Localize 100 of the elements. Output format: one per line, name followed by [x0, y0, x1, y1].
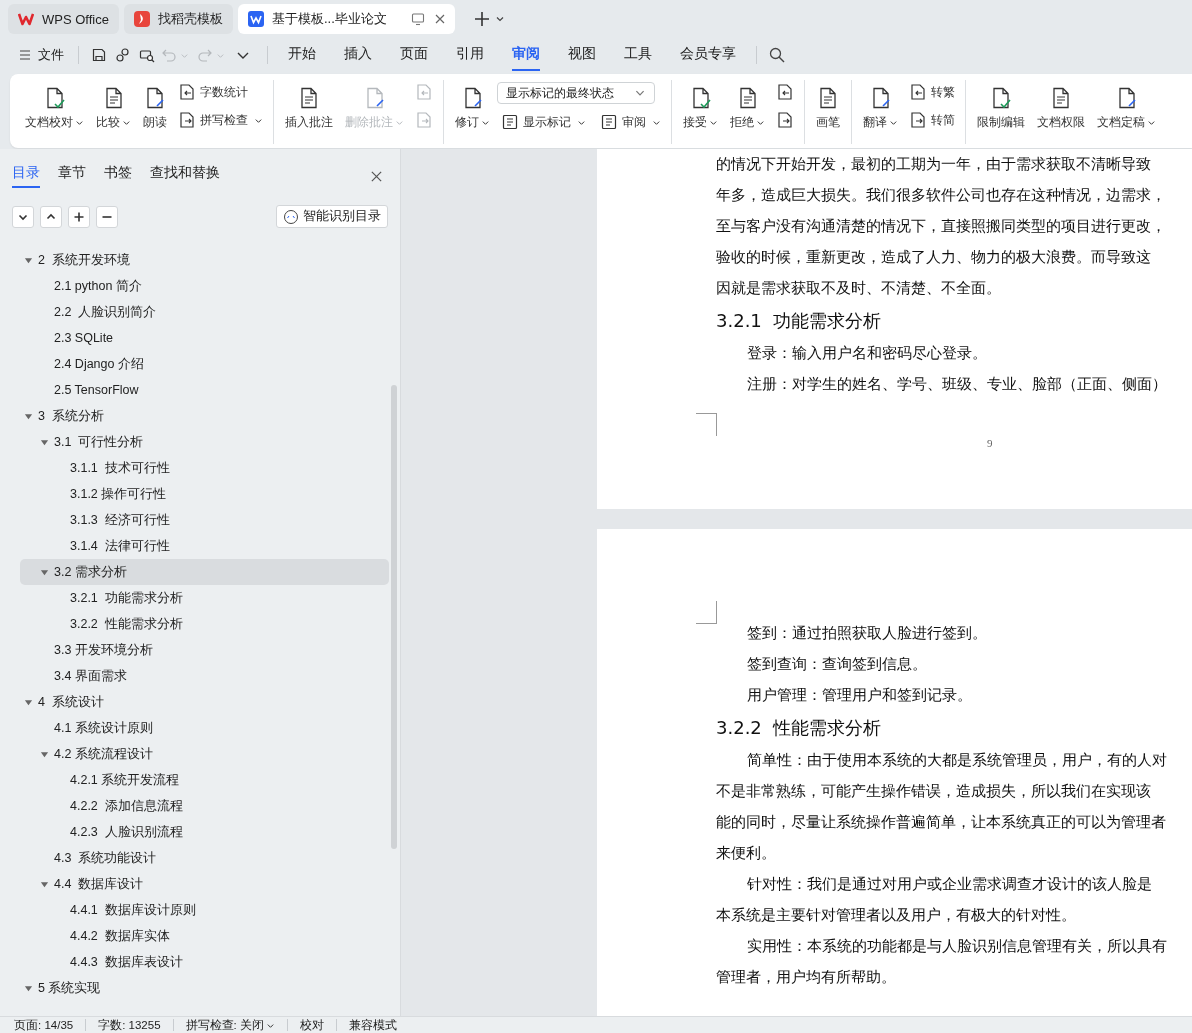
ribbon-tab[interactable]: 会员专享 — [680, 39, 736, 71]
ribbon-button[interactable]: 文档校对 — [20, 84, 89, 133]
ribbon-button[interactable]: 限制编辑 — [972, 84, 1030, 133]
ribbon-button[interactable]: 翻译 — [858, 84, 903, 133]
outline-item[interactable]: 4.2 系统流程设计 — [20, 741, 389, 767]
expand-icon[interactable] — [24, 255, 33, 265]
caret-icon — [395, 118, 404, 127]
outline-item[interactable]: 3.2.1 功能需求分析 — [20, 585, 389, 611]
pane-tab[interactable]: 目录 — [12, 164, 40, 188]
ribbon-button[interactable]: 字数统计 — [174, 82, 267, 102]
window-tab[interactable]: WPS Office — [8, 4, 119, 34]
outline-item[interactable]: 3.1.3 经济可行性 — [20, 507, 389, 533]
pane-tab[interactable]: 书签 — [104, 164, 132, 188]
ribbon-button[interactable]: 插入批注 — [280, 84, 338, 133]
ribbon-button[interactable]: 拒绝 — [725, 84, 770, 133]
ribbon-button[interactable]: 审阅 — [596, 112, 665, 132]
ribbon-tab[interactable]: 开始 — [288, 39, 316, 71]
document-logo-icon — [247, 11, 264, 27]
search-icon[interactable] — [769, 47, 785, 63]
close-icon[interactable] — [370, 169, 383, 183]
outline-item[interactable]: 4.1 系统设计原则 — [20, 715, 389, 741]
caret-icon — [756, 118, 765, 127]
outline-item[interactable]: 2.1 python 简介 — [20, 273, 389, 299]
ribbon-button[interactable]: 显示标记 — [497, 112, 590, 132]
outline-item[interactable]: 4.4.3 数据库表设计 — [20, 949, 389, 975]
document-arrow-icon — [909, 111, 927, 129]
ribbon-button[interactable]: 修订 — [450, 84, 495, 133]
ribbon-button[interactable]: 转简 — [905, 110, 959, 130]
ribbon-tab[interactable]: 工具 — [624, 39, 652, 71]
expand-icon[interactable] — [40, 437, 49, 447]
outline-item[interactable]: 3.2.2 性能需求分析 — [20, 611, 389, 637]
add-button[interactable] — [68, 205, 90, 228]
ribbon-button[interactable]: 转繁 — [905, 82, 959, 102]
outline-item[interactable]: 4.3 系统功能设计 — [20, 845, 389, 871]
ribbon-button[interactable]: 接受 — [678, 84, 723, 133]
expand-icon[interactable] — [40, 567, 49, 577]
window-tab[interactable]: 基于模板...毕业论文 — [237, 4, 455, 34]
scrollbar[interactable] — [391, 385, 397, 849]
outline-item[interactable]: 4.2.1 系统开发流程 — [20, 767, 389, 793]
caret-icon[interactable] — [494, 14, 505, 24]
expand-icon[interactable] — [24, 983, 33, 993]
outline-item[interactable]: 2.2 人脸识别简介 — [20, 299, 389, 325]
print-preview-icon[interactable] — [139, 47, 155, 63]
outline-item[interactable]: 3.1.1 技术可行性 — [20, 455, 389, 481]
ribbon-tab[interactable]: 视图 — [568, 39, 596, 71]
remove-button[interactable] — [96, 205, 118, 228]
file-menu[interactable]: 文件 — [14, 42, 68, 68]
document-arrow-icon — [415, 83, 433, 101]
monitor-icon[interactable] — [410, 12, 425, 26]
body-text: 管理者，用户均有所帮助。 — [716, 968, 897, 987]
status-item: 页面: 14/35 — [14, 1017, 74, 1033]
expand-icon[interactable] — [24, 697, 33, 707]
outline-item[interactable]: 2 系统开发环境 — [20, 247, 389, 273]
outline-item[interactable]: 2.4 Django 介绍 — [20, 351, 389, 377]
pane-tab[interactable]: 查找和替换 — [150, 164, 220, 188]
document-arrow-icon — [776, 111, 794, 129]
caret-icon — [75, 118, 84, 127]
body-text: 的情况下开始开发，最初的工期为一年，由于需求获取不清晰导致 — [716, 155, 1152, 174]
outline-item[interactable]: 4.2.3 人脸识别流程 — [20, 819, 389, 845]
ribbon-tab[interactable]: 引用 — [456, 39, 484, 71]
page-number: 9 — [987, 437, 993, 449]
outline-item[interactable]: 2.3 SQLite — [20, 325, 389, 351]
outline-item[interactable]: 3.1.4 法律可行性 — [20, 533, 389, 559]
window-tab[interactable]: 找稻壳模板 — [123, 4, 233, 34]
outline-item[interactable]: 4.2.2 添加信息流程 — [20, 793, 389, 819]
outline-item[interactable]: 2.5 TensorFlow — [20, 377, 389, 403]
ribbon-button[interactable]: 文档权限 — [1032, 84, 1090, 133]
link-icon[interactable] — [115, 47, 131, 63]
outline-item[interactable]: 3.1.2 操作可行性 — [20, 481, 389, 507]
outline-item[interactable]: 3.2 需求分析 — [20, 559, 389, 585]
markup-dropdown[interactable]: 显示标记的最终状态 — [497, 82, 655, 104]
save-icon[interactable] — [91, 47, 107, 63]
outline-item[interactable]: 4.4.1 数据库设计原则 — [20, 897, 389, 923]
ribbon-button[interactable]: 朗读 — [138, 84, 172, 133]
outline-item[interactable]: 3 系统分析 — [20, 403, 389, 429]
status-item: 字数: 13255 — [98, 1017, 161, 1033]
outline-item[interactable]: 5 系统实现 — [20, 975, 389, 1001]
outline-item[interactable]: 4 系统设计 — [20, 689, 389, 715]
collapse-button[interactable] — [12, 205, 34, 228]
expand-icon[interactable] — [24, 411, 33, 421]
expand-button[interactable] — [40, 205, 62, 228]
ribbon-button[interactable]: 文档定稿 — [1092, 84, 1161, 133]
outline-item[interactable]: 4.4.2 数据库实体 — [20, 923, 389, 949]
body-text: 本系统是主要针对管理者以及用户，有极大的针对性。 — [716, 906, 1077, 925]
expand-icon[interactable] — [40, 749, 49, 759]
expand-icon[interactable] — [40, 879, 49, 889]
ribbon-tab[interactable]: 插入 — [344, 39, 372, 71]
status-item[interactable]: 拼写检查: 关闭 — [185, 1017, 275, 1033]
pane-tab[interactable]: 章节 — [58, 164, 86, 188]
ribbon-button[interactable]: 比较 — [91, 84, 136, 133]
ribbon-button[interactable]: 画笔 — [811, 84, 845, 133]
outline-item[interactable]: 3.1 可行性分析 — [20, 429, 389, 455]
new-tab-icon[interactable] — [473, 11, 490, 27]
ribbon-button[interactable]: 拼写检查 — [174, 110, 267, 130]
outline-item[interactable]: 3.3 开发环境分析 — [20, 637, 389, 663]
outline-item[interactable]: 3.4 界面需求 — [20, 663, 389, 689]
ribbon-tab[interactable]: 审阅 — [512, 39, 540, 71]
smart-toc-button[interactable]: 智能识别目录 — [276, 205, 388, 228]
outline-item[interactable]: 4.4 数据库设计 — [20, 871, 389, 897]
ribbon-tab[interactable]: 页面 — [400, 39, 428, 71]
